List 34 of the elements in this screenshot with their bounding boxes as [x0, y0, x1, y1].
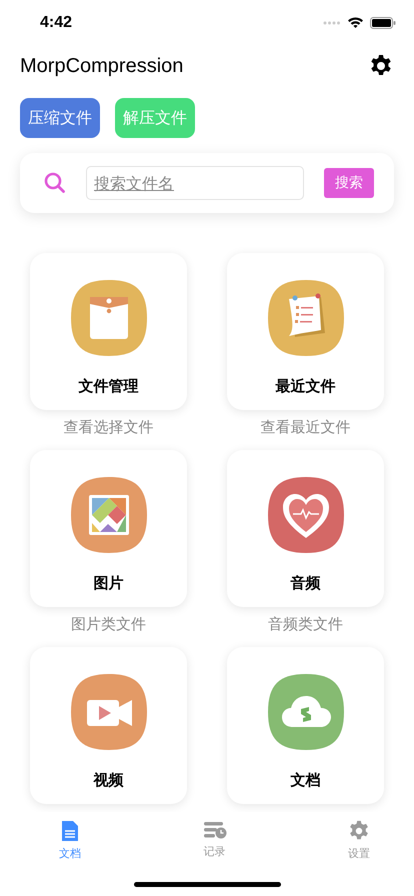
- settings-icon[interactable]: [369, 54, 393, 78]
- category-card[interactable]: 文件管理: [30, 253, 187, 410]
- category-card[interactable]: 视频: [30, 647, 187, 804]
- category-title: 最近文件: [276, 377, 336, 396]
- video-camera-icon: [70, 673, 148, 751]
- category-title: 文档: [290, 771, 320, 790]
- signal-icon: [323, 20, 341, 24]
- category-subtitle: 图片类文件: [71, 615, 146, 634]
- status-time: 4:42: [40, 14, 72, 32]
- category-card[interactable]: 图片: [30, 450, 187, 607]
- category-subtitle: 查看选择文件: [64, 418, 154, 437]
- wifi-icon: [347, 16, 364, 29]
- document-icon: [61, 820, 79, 842]
- list-clock-icon: [202, 820, 226, 840]
- search-icon[interactable]: [44, 172, 66, 194]
- heart-icon: [266, 476, 344, 554]
- category-card[interactable]: 音频: [227, 450, 384, 607]
- category-title: 视频: [94, 771, 124, 790]
- category-title: 音频: [290, 574, 320, 593]
- action-button[interactable]: 压缩文件: [20, 98, 100, 138]
- envelope-icon: [70, 279, 148, 357]
- tangram-icon: [70, 476, 148, 554]
- category-title: 文件管理: [78, 377, 138, 396]
- category-card[interactable]: 文档: [227, 647, 384, 804]
- category-title: 图片: [94, 574, 124, 593]
- search-field[interactable]: 搜索文件名: [86, 166, 304, 200]
- cloud-icon: [266, 673, 344, 751]
- category-card[interactable]: 最近文件: [227, 253, 384, 410]
- category-subtitle: 音频类文件: [268, 615, 343, 634]
- settings-icon: [348, 820, 370, 842]
- app-title: MorpCompression: [20, 54, 184, 78]
- note-icon: [266, 279, 344, 357]
- category-subtitle: 查看最近文件: [260, 418, 350, 437]
- battery-icon: [370, 16, 396, 28]
